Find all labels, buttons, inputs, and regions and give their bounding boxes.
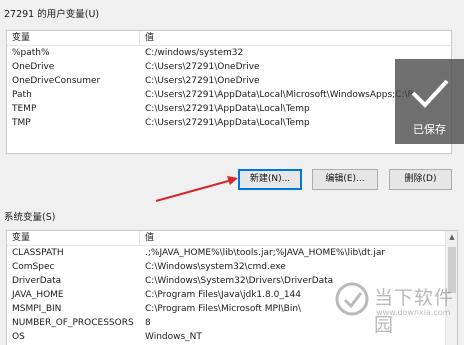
watermark-url: www.downxia.com [376, 308, 451, 317]
variable-value: Windows_NT [145, 332, 202, 342]
watermark-logo-icon [335, 282, 369, 316]
column-header-value[interactable]: 值 [145, 31, 154, 46]
variable-name: ComSpec [12, 262, 55, 272]
variable-name: OneDriveConsumer [12, 76, 101, 86]
column-header-variable[interactable]: 变量 [12, 231, 30, 246]
table-row[interactable]: Path C:\Users\27291\AppData\Local\Micros… [7, 88, 451, 102]
check-icon [411, 79, 449, 108]
edit-user-variable-button[interactable]: 编辑(E)... [312, 169, 378, 190]
table-row[interactable]: ComSpec C:\Windows\system32\cmd.exe [7, 260, 457, 274]
annotation-arrow-icon [155, 176, 238, 202]
new-user-variable-button[interactable]: 新建(N)... [238, 169, 302, 190]
table-row[interactable]: OneDriveConsumer C:\Users\27291\OneDrive [7, 74, 451, 88]
column-header-value[interactable]: 值 [145, 231, 154, 246]
variable-name: OS [12, 332, 25, 342]
variable-value: C:/windows/system32 [145, 48, 244, 58]
system-variables-title: 系统变量(S) [4, 212, 56, 223]
watermark: 当下软件园 www.downxia.com [330, 275, 464, 345]
table-row[interactable]: TMP C:\Users\27291\AppData\Local\Temp [7, 116, 451, 130]
variable-value: C:\Windows\System32\Drivers\DriverData [145, 276, 334, 286]
table-row[interactable]: CLASSPATH .;%JAVA_HOME%\lib\tools.jar;%J… [7, 246, 457, 260]
user-variables-header: 变量 值 [7, 31, 451, 46]
variable-value: C:\Windows\system32\cmd.exe [145, 262, 286, 272]
column-divider[interactable] [139, 231, 140, 246]
variable-name: TMP [12, 118, 31, 128]
variable-name: TEMP [12, 104, 37, 114]
variable-value: .;%JAVA_HOME%\lib\tools.jar;%JAVA_HOME%\… [145, 248, 386, 258]
column-divider[interactable] [139, 31, 140, 46]
system-variables-header: 变量 值 [7, 231, 457, 246]
variable-value: C:\Program Files\Java\jdk1.8.0_144 [145, 290, 302, 300]
variable-name: %path% [12, 48, 50, 58]
table-row[interactable]: %path% C:/windows/system32 [7, 46, 451, 60]
variable-name: MSMPI_BIN [12, 304, 62, 314]
user-variables-list[interactable]: 变量 值 %path% C:/windows/system32 OneDrive… [6, 30, 452, 154]
variable-name: NUMBER_OF_PROCESSORS [12, 318, 134, 328]
column-header-variable[interactable]: 变量 [12, 31, 30, 46]
variable-value: C:\Users\27291\OneDrive [145, 76, 260, 86]
variable-value: C:\Program Files\Microsoft MPI\Bin\ [145, 304, 302, 314]
variable-name: JAVA_HOME [12, 290, 64, 300]
saved-label: 已保存 [413, 123, 446, 136]
variable-value: C:\Users\27291\AppData\Local\Microsoft\W… [145, 90, 417, 100]
table-row[interactable]: OneDrive C:\Users\27291\OneDrive [7, 60, 451, 74]
variable-value: C:\Users\27291\AppData\Local\Temp [145, 104, 310, 114]
table-row[interactable]: TEMP C:\Users\27291\AppData\Local\Temp [7, 102, 451, 116]
variable-name: DriverData [12, 276, 62, 286]
user-variables-title: 27291 的用户变量(U) [4, 9, 100, 20]
variable-value: C:\Users\27291\AppData\Local\Temp [145, 118, 310, 128]
delete-user-variable-button[interactable]: 删除(D) [389, 169, 452, 190]
variable-name: Path [12, 90, 32, 100]
saved-toast: 已保存 [395, 59, 464, 144]
variable-name: OneDrive [12, 62, 55, 72]
variable-value: 8 [145, 318, 151, 328]
scroll-up-arrow-icon[interactable]: ▲ [446, 231, 457, 243]
variable-name: CLASSPATH [12, 248, 64, 258]
variable-value: C:\Users\27291\OneDrive [145, 62, 260, 72]
